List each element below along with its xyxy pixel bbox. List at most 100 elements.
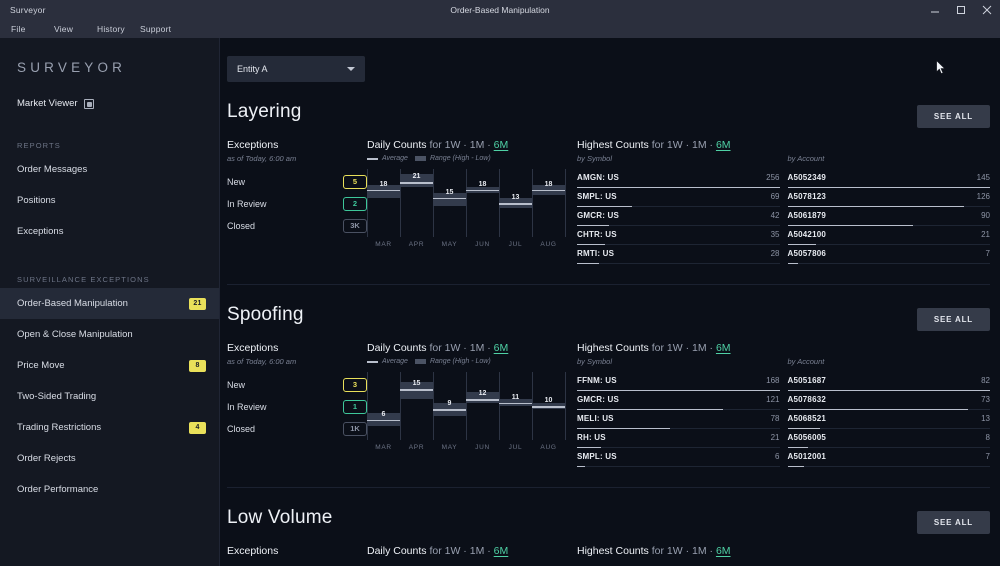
range-option-1m[interactable]: 1M bbox=[692, 139, 707, 151]
table-row[interactable]: A5068521 13 bbox=[787, 411, 990, 430]
table-row[interactable]: RH: US 21 bbox=[577, 430, 780, 449]
range-option-1w[interactable]: 1W bbox=[667, 545, 683, 557]
exception-row-new[interactable]: New 3 bbox=[227, 375, 367, 394]
range-option-1m[interactable]: 1M bbox=[470, 545, 485, 557]
account-name: A5056005 bbox=[787, 432, 827, 442]
range-option-6m[interactable]: 6M bbox=[494, 342, 509, 354]
bar-fill bbox=[787, 389, 990, 391]
exceptions-title: Exceptions bbox=[227, 342, 279, 354]
daily-counts-panel: Daily Counts for 1W · 1M · 6M Average Rang… bbox=[367, 139, 577, 265]
exception-row-closed[interactable]: Closed 3K bbox=[227, 216, 367, 235]
section-title: Layering bbox=[227, 101, 302, 122]
sidebar-item-order-messages[interactable]: Order Messages bbox=[0, 154, 219, 185]
highest-counts-by-account: by Account A5052349 145 A5078123 126 A5061879… bbox=[780, 151, 990, 265]
exception-row-closed[interactable]: Closed 1K bbox=[227, 419, 367, 438]
exception-label: New bbox=[227, 379, 246, 390]
table-row[interactable]: CHTR: US 35 bbox=[577, 227, 780, 246]
table-row[interactable]: A5056005 8 bbox=[787, 430, 990, 449]
table-row[interactable]: A5078632 73 bbox=[787, 392, 990, 411]
sidebar-item-label: Open & Close Manipulation bbox=[17, 329, 133, 340]
close-icon[interactable] bbox=[974, 0, 1000, 20]
see-all-button[interactable]: SEE ALL bbox=[916, 308, 990, 331]
table-row[interactable]: GMCR: US 42 bbox=[577, 208, 780, 227]
entity-dropdown[interactable]: Entity A bbox=[227, 56, 365, 82]
highest-counts-label: Highest Counts bbox=[577, 139, 649, 151]
range-option-1w[interactable]: 1W bbox=[667, 342, 683, 354]
range-option-1w[interactable]: 1W bbox=[445, 545, 461, 557]
status-badge: 4 bbox=[189, 421, 206, 434]
sidebar-item-order-based-manipulation[interactable]: Order-Based Manipulation 21 bbox=[0, 288, 219, 319]
minimize-icon[interactable] bbox=[922, 0, 948, 20]
sidebar-item-order-performance[interactable]: Order Performance bbox=[0, 474, 219, 505]
sidebar-item-market-viewer[interactable]: Market Viewer bbox=[0, 75, 219, 109]
range-option-6m[interactable]: 6M bbox=[494, 139, 509, 151]
table-row[interactable]: A5061879 90 bbox=[787, 208, 990, 227]
table-row[interactable]: SMPL: US 6 bbox=[577, 449, 780, 468]
symbol-name: FFNM: US bbox=[577, 375, 617, 385]
range-option-6m[interactable]: 6M bbox=[716, 342, 731, 354]
table-row[interactable]: A5078123 126 bbox=[787, 189, 990, 208]
exception-row-in-review[interactable]: In Review 2 bbox=[227, 194, 367, 213]
account-name: A5078632 bbox=[787, 394, 827, 404]
table-row[interactable]: AMGN: US 256 bbox=[577, 170, 780, 189]
exception-row-in-review[interactable]: In Review 1 bbox=[227, 397, 367, 416]
table-row[interactable]: SMPL: US 69 bbox=[577, 189, 780, 208]
bar-fill bbox=[787, 186, 990, 188]
bar-fill bbox=[787, 262, 798, 264]
range-option-6m[interactable]: 6M bbox=[494, 545, 509, 557]
sidebar-item-label: Price Move bbox=[17, 360, 65, 371]
exception-row-new[interactable]: New 5 bbox=[227, 172, 367, 191]
sidebar: SURVEYOR Market Viewer REPORTS Order Mes… bbox=[0, 38, 220, 566]
table-row[interactable]: A5052349 145 bbox=[787, 170, 990, 189]
average-line bbox=[466, 189, 499, 192]
bar-chart: 18 21 15 18 13 18 MAR APR MAY JUN JUL AUG bbox=[367, 169, 577, 249]
sidebar-item-trading-restrictions[interactable]: Trading Restrictions 4 bbox=[0, 412, 219, 443]
average-line bbox=[400, 389, 433, 391]
sidebar-item-price-move[interactable]: Price Move 8 bbox=[0, 350, 219, 381]
table-row[interactable]: GMCR: US 121 bbox=[577, 392, 780, 411]
daily-counts-panel: Daily Counts for 1W · 1M · 6M bbox=[367, 545, 577, 566]
bar-track bbox=[577, 262, 780, 264]
bar-fill bbox=[577, 446, 602, 448]
average-line bbox=[499, 203, 532, 205]
menu-item-history[interactable]: History bbox=[97, 24, 140, 34]
see-all-button[interactable]: SEE ALL bbox=[916, 511, 990, 534]
axis-tick: JUL bbox=[508, 241, 523, 248]
daily-counts-title: Daily Counts for 1W · 1M · 6M bbox=[367, 139, 509, 151]
range-option-1m[interactable]: 1M bbox=[470, 139, 485, 151]
table-row[interactable]: MELI: US 78 bbox=[577, 411, 780, 430]
account-name: A5042100 bbox=[787, 229, 827, 239]
menu-item-view[interactable]: View bbox=[54, 24, 97, 34]
sidebar-item-two-sided-trading[interactable]: Two-Sided Trading bbox=[0, 381, 219, 412]
symbol-name: CHTR: US bbox=[577, 229, 617, 239]
table-row[interactable]: FFNM: US 168 bbox=[577, 373, 780, 392]
exception-count-new: 5 bbox=[343, 174, 367, 189]
sidebar-item-order-rejects[interactable]: Order Rejects bbox=[0, 443, 219, 474]
menu-item-file[interactable]: File bbox=[11, 24, 54, 34]
bar-column: 15 bbox=[433, 169, 466, 237]
range-option-1w[interactable]: 1W bbox=[667, 139, 683, 151]
see-all-button[interactable]: SEE ALL bbox=[916, 105, 990, 128]
range-option-1m[interactable]: 1M bbox=[470, 342, 485, 354]
table-row[interactable]: A5042100 21 bbox=[787, 227, 990, 246]
maximize-icon[interactable] bbox=[948, 0, 974, 20]
bar-value: 11 bbox=[511, 393, 520, 401]
sidebar-item-positions[interactable]: Positions bbox=[0, 185, 219, 216]
table-row[interactable]: A5012001 7 bbox=[787, 449, 990, 468]
sidebar-item-open-close-manipulation[interactable]: Open & Close Manipulation bbox=[0, 319, 219, 350]
range-option-1m[interactable]: 1M bbox=[692, 545, 707, 557]
range-option-1m[interactable]: 1M bbox=[692, 342, 707, 354]
axis-tick: MAR bbox=[375, 444, 392, 451]
sidebar-item-exceptions[interactable]: Exceptions bbox=[0, 216, 219, 247]
highest-counts-by-symbol: by Symbol FFNM: US 168 GMCR: US 121 MELI: US 7… bbox=[577, 354, 780, 468]
range-option-1w[interactable]: 1W bbox=[445, 139, 461, 151]
table-row[interactable]: A5057806 7 bbox=[787, 246, 990, 265]
menu-item-support[interactable]: Support bbox=[140, 24, 183, 34]
range-option-6m[interactable]: 6M bbox=[716, 545, 731, 557]
daily-counts-label: Daily Counts bbox=[367, 342, 427, 354]
account-name: A5068521 bbox=[787, 413, 827, 423]
range-option-1w[interactable]: 1W bbox=[445, 342, 461, 354]
range-option-6m[interactable]: 6M bbox=[716, 139, 731, 151]
table-row[interactable]: A5051687 82 bbox=[787, 373, 990, 392]
table-row[interactable]: RMTI: US 28 bbox=[577, 246, 780, 265]
